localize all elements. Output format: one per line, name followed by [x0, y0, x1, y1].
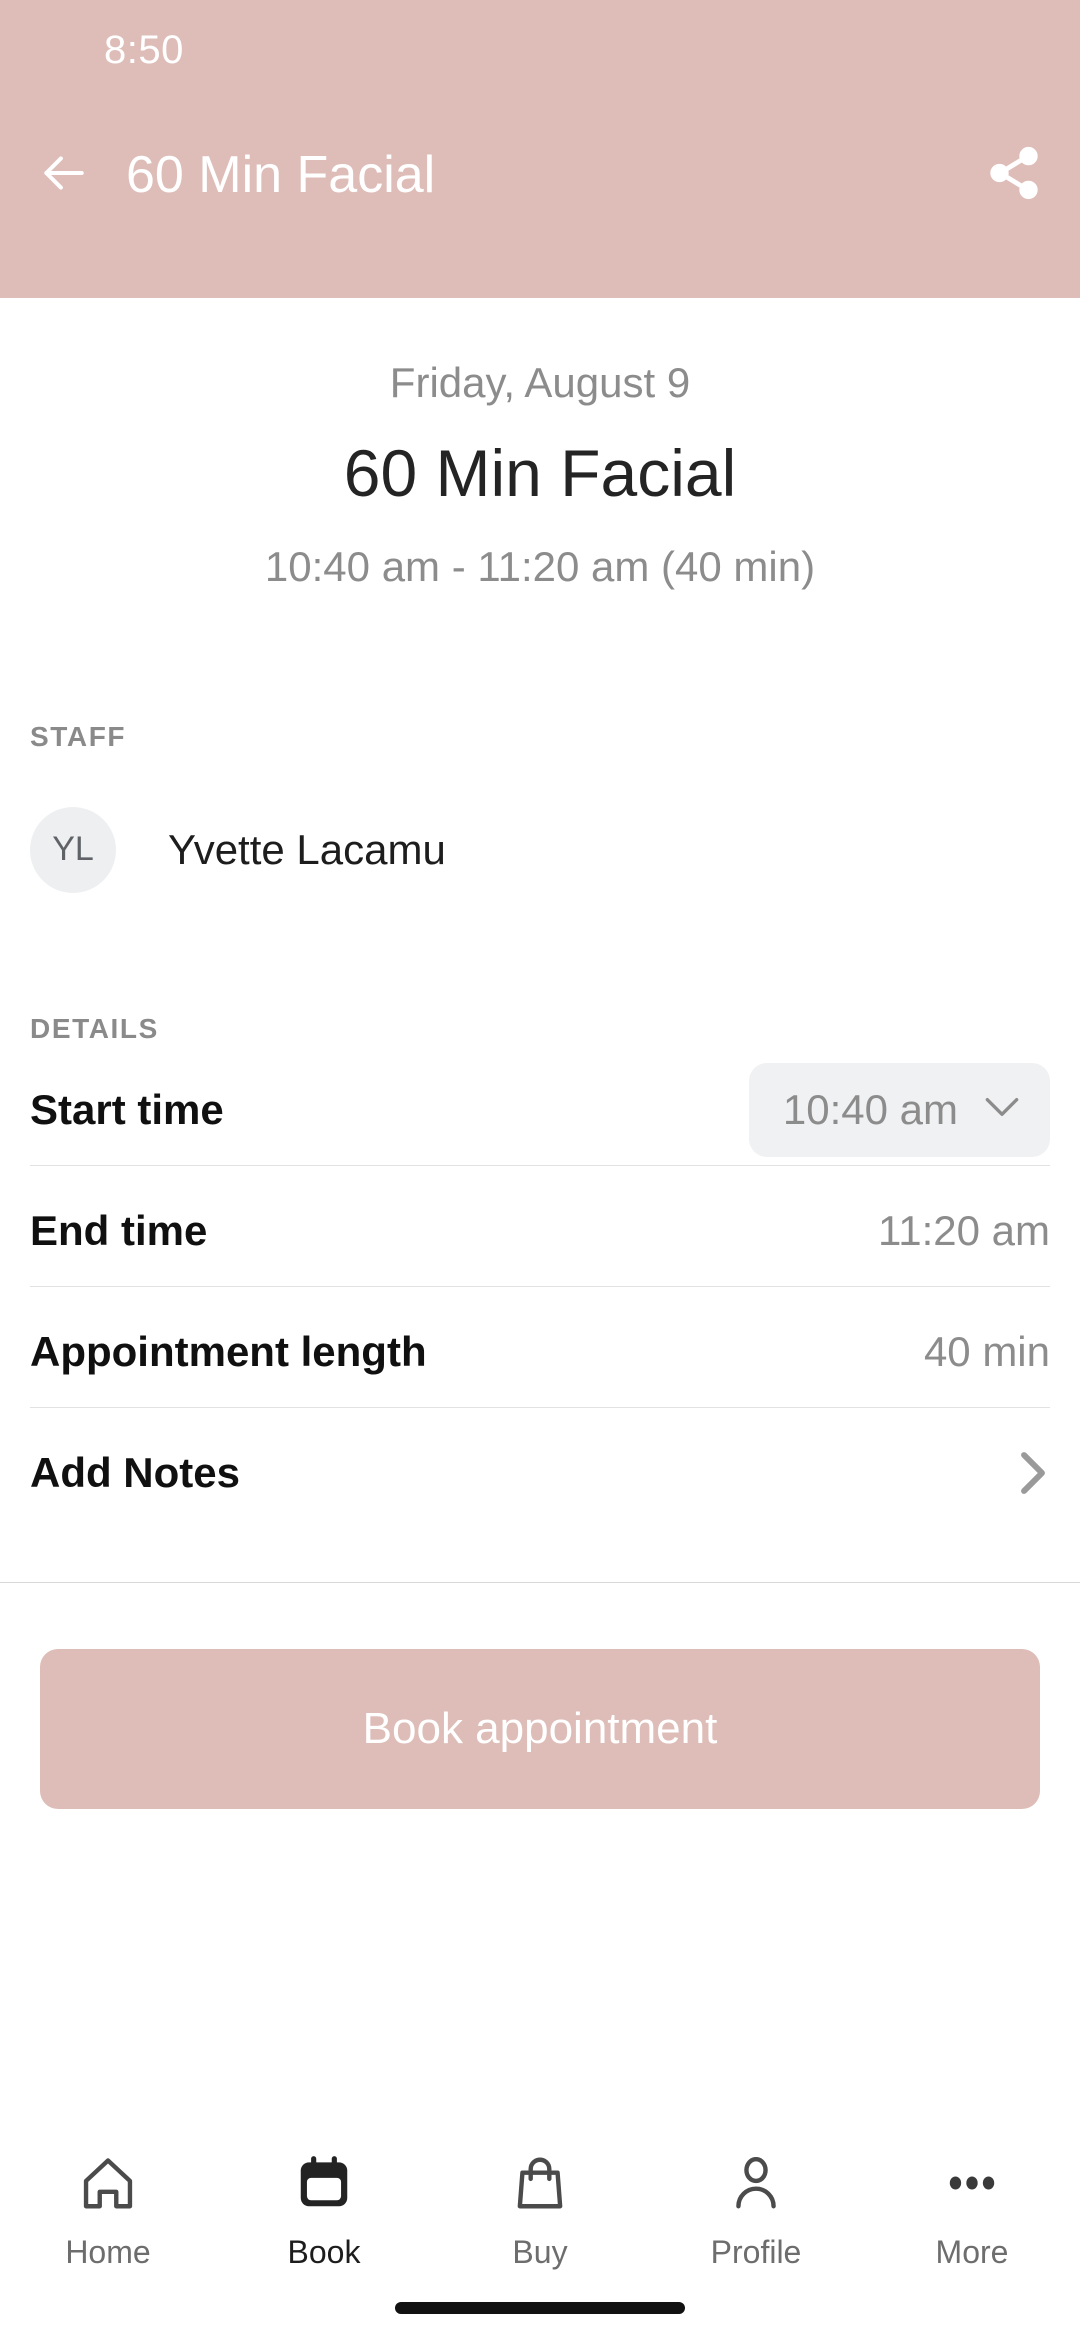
app-bar-row: 60 Min Facial	[0, 100, 1080, 250]
detail-label: Appointment length	[30, 1327, 427, 1375]
book-appointment-button[interactable]: Book appointment	[40, 1648, 1040, 1809]
app-bar-title: 60 Min Facial	[126, 146, 436, 204]
detail-row-end-time: End time 11:20 am	[0, 1176, 1080, 1286]
end-time-value: 11:20 am	[878, 1206, 1050, 1254]
detail-row-add-notes[interactable]: Add Notes	[0, 1418, 1080, 1528]
nav-item-more[interactable]: More	[864, 2146, 1080, 2271]
staff-section-label: STAFF	[30, 720, 127, 752]
nav-item-buy[interactable]: Buy	[432, 2146, 648, 2271]
staff-row[interactable]: YL Yvette Lacamu	[0, 806, 1080, 893]
start-time-dropdown[interactable]: 10:40 am	[748, 1062, 1050, 1157]
appointment-time-range: 10:40 am - 11:20 am (40 min)	[264, 543, 816, 591]
chevron-down-icon	[980, 1092, 1024, 1127]
appointment-title: 60 Min Facial	[343, 436, 737, 511]
detail-label: End time	[30, 1206, 208, 1254]
avatar: YL	[30, 806, 116, 893]
nav-item-book[interactable]: Book	[216, 2146, 432, 2271]
appointment-detail-screen: 8:50 60 Min Facial Friday, August 9 60 M…	[0, 0, 1080, 2340]
nav-label: Profile	[710, 2234, 802, 2270]
nav-item-profile[interactable]: Profile	[648, 2146, 864, 2271]
arrow-left-icon	[38, 148, 88, 203]
nav-label: Book	[287, 2234, 361, 2270]
divider	[30, 1285, 1050, 1287]
status-bar: 8:50	[0, 0, 1080, 100]
staff-name: Yvette Lacamu	[168, 825, 446, 873]
detail-label: Start time	[30, 1085, 224, 1133]
share-icon	[985, 144, 1043, 207]
share-button[interactable]	[982, 143, 1046, 207]
divider	[30, 1406, 1050, 1408]
detail-row-start-time[interactable]: Start time 10:40 am	[0, 1055, 1080, 1165]
divider	[30, 1164, 1050, 1166]
nav-item-home[interactable]: Home	[0, 2146, 216, 2271]
details-section: DETAILS Start time 10:40 am End time 11:…	[0, 1013, 1080, 1528]
detail-label: Add Notes	[30, 1448, 240, 1496]
chevron-right-icon	[1016, 1446, 1050, 1500]
avatar-initials: YL	[52, 830, 94, 869]
nav-label: More	[935, 2234, 1009, 2270]
app-bar: 8:50 60 Min Facial	[0, 0, 1080, 298]
status-bar-clock: 8:50	[104, 27, 184, 72]
staff-section: STAFF YL Yvette Lacamu	[0, 721, 1080, 893]
content-area: Friday, August 9 60 Min Facial 10:40 am …	[0, 298, 1080, 2120]
appointment-date: Friday, August 9	[389, 359, 691, 406]
nav-label: Home	[65, 2234, 151, 2270]
appointment-length-value: 40 min	[923, 1327, 1050, 1375]
shopping-bag-icon	[509, 2146, 571, 2220]
detail-row-appointment-length: Appointment length 40 min	[0, 1297, 1080, 1407]
calendar-icon	[293, 2146, 355, 2220]
home-icon	[77, 2146, 139, 2220]
nav-label: Buy	[512, 2234, 568, 2270]
details-section-label: DETAILS	[30, 1012, 159, 1044]
cta-container: Book appointment	[0, 1583, 1080, 1809]
person-icon	[725, 2146, 787, 2220]
home-indicator	[395, 2302, 685, 2314]
three-dots-icon	[941, 2146, 1003, 2220]
back-button[interactable]	[36, 148, 90, 202]
appointment-hero: Friday, August 9 60 Min Facial 10:40 am …	[0, 298, 1080, 593]
start-time-value: 10:40 am	[782, 1085, 958, 1133]
